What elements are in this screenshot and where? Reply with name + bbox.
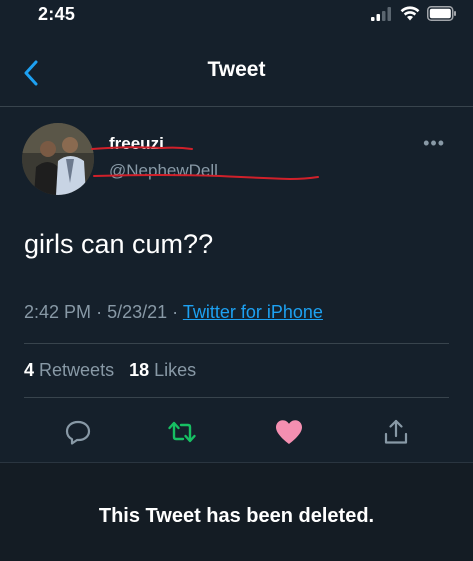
- author-name[interactable]: freeuzi: [109, 134, 164, 154]
- tweet-text: girls can cum??: [24, 229, 214, 259]
- retweets-label: Retweets: [39, 360, 115, 380]
- meta-separator: ·: [96, 302, 103, 322]
- battery-icon: [427, 6, 456, 21]
- deleted-message: This Tweet has been deleted.: [98, 505, 375, 527]
- tweet-source-link[interactable]: Twitter for iPhone: [183, 302, 323, 322]
- tweet-meta: 2:42 PM · 5/23/21 · Twitter for iPhone: [24, 302, 323, 323]
- reply-icon: [65, 420, 91, 445]
- heart-icon: [276, 420, 302, 444]
- retweets-count: 4: [24, 360, 35, 380]
- deleted-banner: This Tweet has been deleted.: [0, 462, 473, 561]
- status-bar: 2:45: [0, 0, 473, 34]
- avatar-photo-icon: [22, 123, 94, 195]
- avatar[interactable]: [22, 123, 94, 195]
- page-title: Tweet: [207, 58, 266, 81]
- status-icons: [371, 6, 457, 21]
- retweets-stat[interactable]: 4 Retweets: [24, 360, 114, 380]
- divider: [24, 397, 449, 398]
- tweet-stats: 4 Retweets 18 Likes: [24, 360, 196, 381]
- author-handle[interactable]: @NephewDell: [109, 161, 218, 181]
- likes-count: 18: [129, 360, 150, 380]
- tweet-time: 2:42 PM: [24, 302, 92, 322]
- share-icon: [384, 419, 408, 444]
- reply-button[interactable]: [62, 416, 94, 448]
- like-button[interactable]: [273, 416, 305, 448]
- likes-label: Likes: [154, 360, 197, 380]
- retweet-button[interactable]: [166, 416, 198, 448]
- divider: [24, 343, 449, 344]
- retweet-icon: [168, 421, 196, 443]
- more-options-button[interactable]: •••: [423, 133, 445, 154]
- tweet-date: 5/23/21: [107, 302, 168, 322]
- tweet-actions: [0, 408, 473, 452]
- wifi-icon: [400, 6, 420, 21]
- share-button[interactable]: [380, 416, 412, 448]
- likes-stat[interactable]: 18 Likes: [129, 360, 196, 380]
- meta-separator: ·: [172, 302, 179, 322]
- status-time: 2:45: [38, 4, 76, 24]
- cellular-signal-icon: [371, 6, 391, 21]
- nav-bar: Tweet: [0, 34, 473, 107]
